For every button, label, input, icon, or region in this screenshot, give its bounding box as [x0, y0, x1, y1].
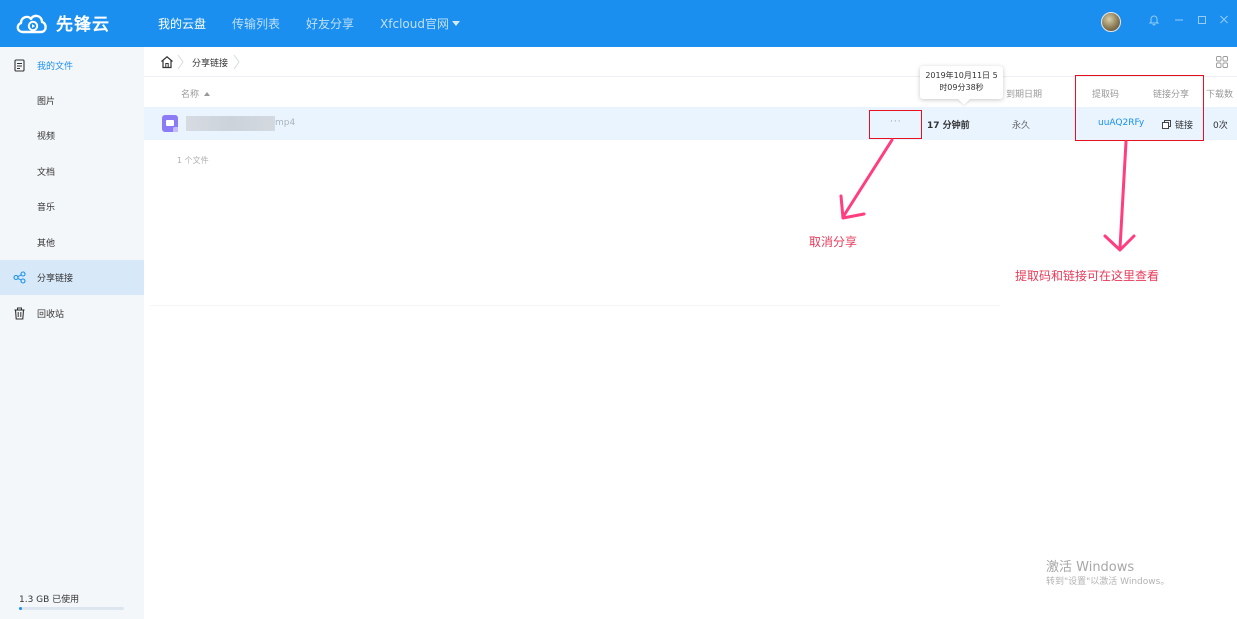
share-icon [13, 271, 26, 284]
tooltip-line-1: 2019年10月11日 5 [925, 71, 998, 80]
document-icon [14, 59, 25, 72]
tooltip-line-2: 时09分38秒 [939, 83, 984, 92]
arrow-icon [839, 138, 894, 220]
time-tooltip: 2019年10月11日 5 时09分38秒 [920, 66, 1003, 99]
sidebar-item-label: 文档 [37, 168, 56, 178]
storage-usage-bar [19, 607, 124, 610]
watermark-subtitle: 转到"设置"以激活 Windows。 [1046, 577, 1170, 587]
divider [150, 305, 1000, 306]
caret-down-icon [452, 21, 460, 26]
nav-friend-share[interactable]: 好友分享 [306, 15, 354, 32]
share-time: 17 分钟前 [927, 121, 970, 131]
title-bar: 先锋云 我的云盘 传输列表 好友分享 Xfcloud官网 [0, 0, 1237, 47]
breadcrumb: 分享链接 [144, 47, 1237, 77]
sidebar-item-documents[interactable]: 文档 [0, 154, 144, 189]
file-count: 1 个文件 [177, 156, 209, 165]
sidebar-item-music[interactable]: 音乐 [0, 189, 144, 224]
tooltip-arrow [958, 99, 970, 105]
app-logo: 先锋云 [14, 10, 110, 35]
home-icon[interactable] [160, 55, 174, 69]
sidebar-item-videos[interactable]: 视频 [0, 118, 144, 153]
file-extension: mp4 [275, 118, 296, 128]
chevron-right-icon [177, 54, 184, 70]
annotation-box-more [869, 110, 922, 139]
bell-icon[interactable] [1148, 14, 1160, 29]
sidebar-item-label: 我的文件 [37, 62, 74, 72]
nav-my-cloud[interactable]: 我的云盘 [158, 15, 206, 32]
sidebar-item-other[interactable]: 其他 [0, 225, 144, 260]
annotation-cancel-share: 取消分享 [809, 235, 858, 249]
column-name[interactable]: 名称 [181, 87, 211, 100]
trash-icon [14, 307, 25, 320]
storage-usage-fill [19, 607, 23, 610]
sidebar-item-share-links[interactable]: 分享链接 [0, 260, 144, 295]
sidebar-item-label: 图片 [37, 97, 56, 107]
app-name: 先锋云 [56, 15, 110, 35]
table-header: 名称 到期日期 提取码 链接分享 下载数 [144, 77, 1237, 107]
video-file-icon [162, 115, 178, 132]
minimize-icon[interactable] [1174, 14, 1184, 29]
table-row[interactable]: mp4 ··· 17 分钟前 永久 uuAQ2RFy 链接 0次 [144, 107, 1237, 140]
sidebar-item-label: 分享链接 [37, 274, 74, 284]
sort-up-icon [204, 92, 211, 96]
blurred-filename [186, 116, 275, 131]
close-icon[interactable] [1219, 14, 1229, 29]
annotation-box-code-link [1075, 75, 1204, 141]
cloud-logo-icon [16, 14, 47, 33]
annotation-code-link-hint: 提取码和链接可在这里查看 [1015, 269, 1160, 283]
maximize-icon[interactable] [1197, 14, 1207, 29]
expire-date: 永久 [1012, 121, 1031, 131]
column-name-label: 名称 [181, 90, 200, 100]
avatar[interactable] [1101, 12, 1121, 32]
column-downloads[interactable]: 下载数 [1206, 87, 1233, 100]
nav-official-site[interactable]: Xfcloud官网 [380, 15, 460, 32]
sidebar-item-label: 视频 [37, 132, 56, 142]
sidebar: 我的文件 图片 视频 文档 音乐 其他 分享链接 回收站 1.3 GB 已使用 [0, 47, 144, 619]
grid-view-icon[interactable] [1216, 56, 1228, 68]
storage-usage-label: 1.3 GB 已使用 [19, 595, 80, 605]
breadcrumb-current[interactable]: 分享链接 [192, 56, 228, 69]
sidebar-item-my-files[interactable]: 我的文件 [0, 48, 144, 83]
arrow-icon [1103, 140, 1136, 252]
download-count: 0次 [1213, 121, 1228, 131]
sidebar-item-recycle-bin[interactable]: 回收站 [0, 296, 144, 331]
nav-transfer-list[interactable]: 传输列表 [232, 15, 280, 32]
sidebar-item-label: 回收站 [37, 310, 65, 320]
watermark-title: 激活 Windows [1046, 560, 1135, 575]
sidebar-item-label: 其他 [37, 239, 56, 249]
top-nav: 我的云盘 传输列表 好友分享 Xfcloud官网 [158, 0, 486, 47]
column-expire[interactable]: 到期日期 [1006, 87, 1042, 100]
sidebar-item-label: 音乐 [37, 203, 56, 213]
sidebar-item-images[interactable]: 图片 [0, 83, 144, 118]
nav-official-site-label: Xfcloud官网 [380, 17, 449, 31]
chevron-right-icon [233, 54, 240, 70]
